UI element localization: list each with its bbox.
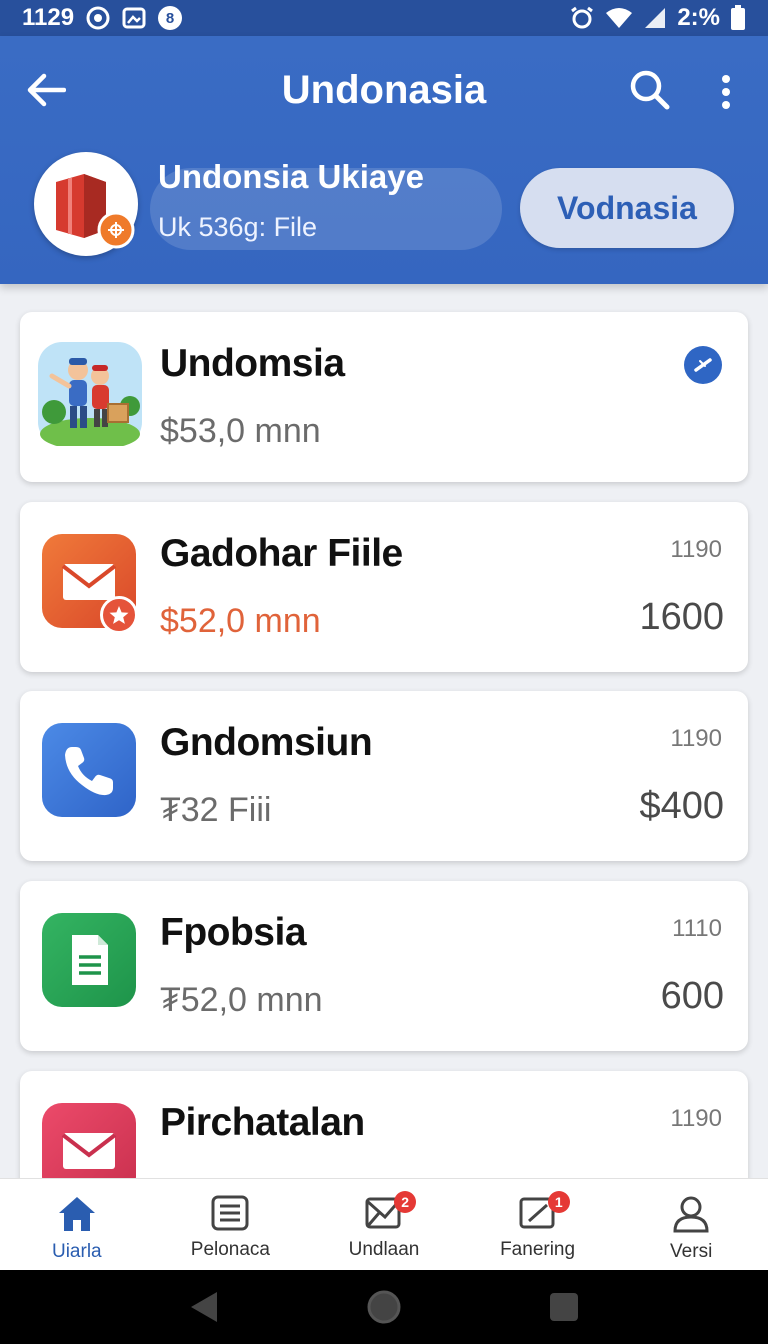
item-title: Gadohar Fiile	[160, 532, 403, 575]
phone-app-icon	[42, 723, 136, 817]
profile-avatar[interactable]	[34, 152, 138, 256]
item-title: Pirchatalan	[160, 1101, 365, 1144]
system-back-button[interactable]	[179, 1282, 229, 1332]
list-item[interactable]: Gndomsiun ₮32 Fiii 1190 $400	[20, 691, 748, 861]
more-vert-icon	[722, 75, 730, 109]
system-home-button[interactable]	[359, 1282, 409, 1332]
nav-item-edit[interactable]: 1 Fanering	[461, 1179, 615, 1270]
alarm-icon	[569, 6, 595, 30]
circle-notification-icon	[86, 6, 110, 30]
mail-badge: 2	[394, 1191, 417, 1213]
status-bar: 1129 8 2:%	[0, 0, 768, 36]
list-item[interactable]: Undomsia $53,0 mnn	[20, 312, 748, 482]
item-title: Fpobsia	[160, 911, 307, 954]
item-amount: 1600	[639, 596, 724, 638]
battery-percent: 2:%	[677, 4, 720, 31]
item-subtitle: $52,0 mnn	[160, 602, 321, 640]
item-amount: $400	[639, 785, 724, 827]
list-icon	[211, 1195, 249, 1231]
circle-home-icon	[367, 1290, 401, 1324]
bottom-navigation: Uiarla Pelonaca 2 Undlaan 1 Fanering Ver…	[0, 1178, 768, 1270]
item-amount: 600	[660, 975, 724, 1017]
profile-action-button[interactable]: Vodnasia	[520, 168, 734, 248]
nav-label: Pelonaca	[190, 1239, 270, 1260]
triangle-back-icon	[191, 1292, 217, 1322]
item-title: Gndomsiun	[160, 721, 373, 764]
battery-icon	[730, 5, 746, 31]
app-header: Undonasia Undonsia Ukiaye Uk 536g: File …	[0, 36, 768, 284]
profile-subtitle: Uk 536g: File	[158, 212, 318, 242]
home-icon	[58, 1197, 95, 1231]
item-subtitle: $53,0 mnn	[160, 412, 321, 450]
wifi-icon	[605, 7, 633, 29]
item-meta: 1190	[670, 725, 722, 752]
item-subtitle: ₮32 Fiii	[160, 791, 272, 829]
item-subtitle: ₮52,0 mnn	[160, 981, 323, 1019]
square-recents-icon	[550, 1293, 578, 1321]
nav-item-home[interactable]: Uiarla	[0, 1179, 154, 1270]
people-illustration-icon	[38, 342, 142, 450]
link-badge-icon[interactable]	[684, 346, 722, 384]
more-options-button[interactable]	[706, 66, 746, 118]
app-cube-icon	[56, 174, 135, 249]
item-title: Undomsia	[160, 342, 345, 385]
nav-label: Uiarla	[51, 1241, 102, 1262]
star-badge-icon	[100, 596, 138, 634]
system-recents-button[interactable]	[539, 1282, 589, 1332]
nav-item-mail[interactable]: 2 Undlaan	[307, 1179, 461, 1270]
item-meta: 1190	[670, 536, 722, 563]
nav-label: Fanering	[500, 1239, 576, 1260]
search-button[interactable]	[624, 64, 676, 116]
nav-label: Undlaan	[348, 1239, 420, 1260]
item-meta: 1190	[670, 1105, 722, 1132]
item-meta: 1110	[672, 915, 722, 942]
status-time: 1129	[22, 4, 75, 31]
notification-count-icon: 8	[158, 6, 183, 30]
nav-item-profile[interactable]: Versi	[614, 1179, 768, 1270]
photo-notification-icon	[122, 6, 146, 30]
system-navigation-bar	[0, 1270, 768, 1344]
person-icon	[673, 1196, 709, 1233]
list-item[interactable]: Gadohar Fiile $52,0 mnn 1190 1600	[20, 502, 748, 672]
list-item[interactable]: Fpobsia ₮52,0 mnn 1110 600	[20, 881, 748, 1051]
nav-label: Versi	[670, 1241, 713, 1262]
document-app-icon	[42, 913, 136, 1007]
search-icon	[630, 70, 670, 110]
nav-item-list[interactable]: Pelonaca	[154, 1179, 308, 1270]
cell-signal-icon	[643, 7, 667, 29]
edit-badge: 1	[547, 1191, 570, 1213]
notification-count: 8	[165, 9, 175, 27]
profile-name: Undonsia Ukiaye	[158, 158, 424, 195]
